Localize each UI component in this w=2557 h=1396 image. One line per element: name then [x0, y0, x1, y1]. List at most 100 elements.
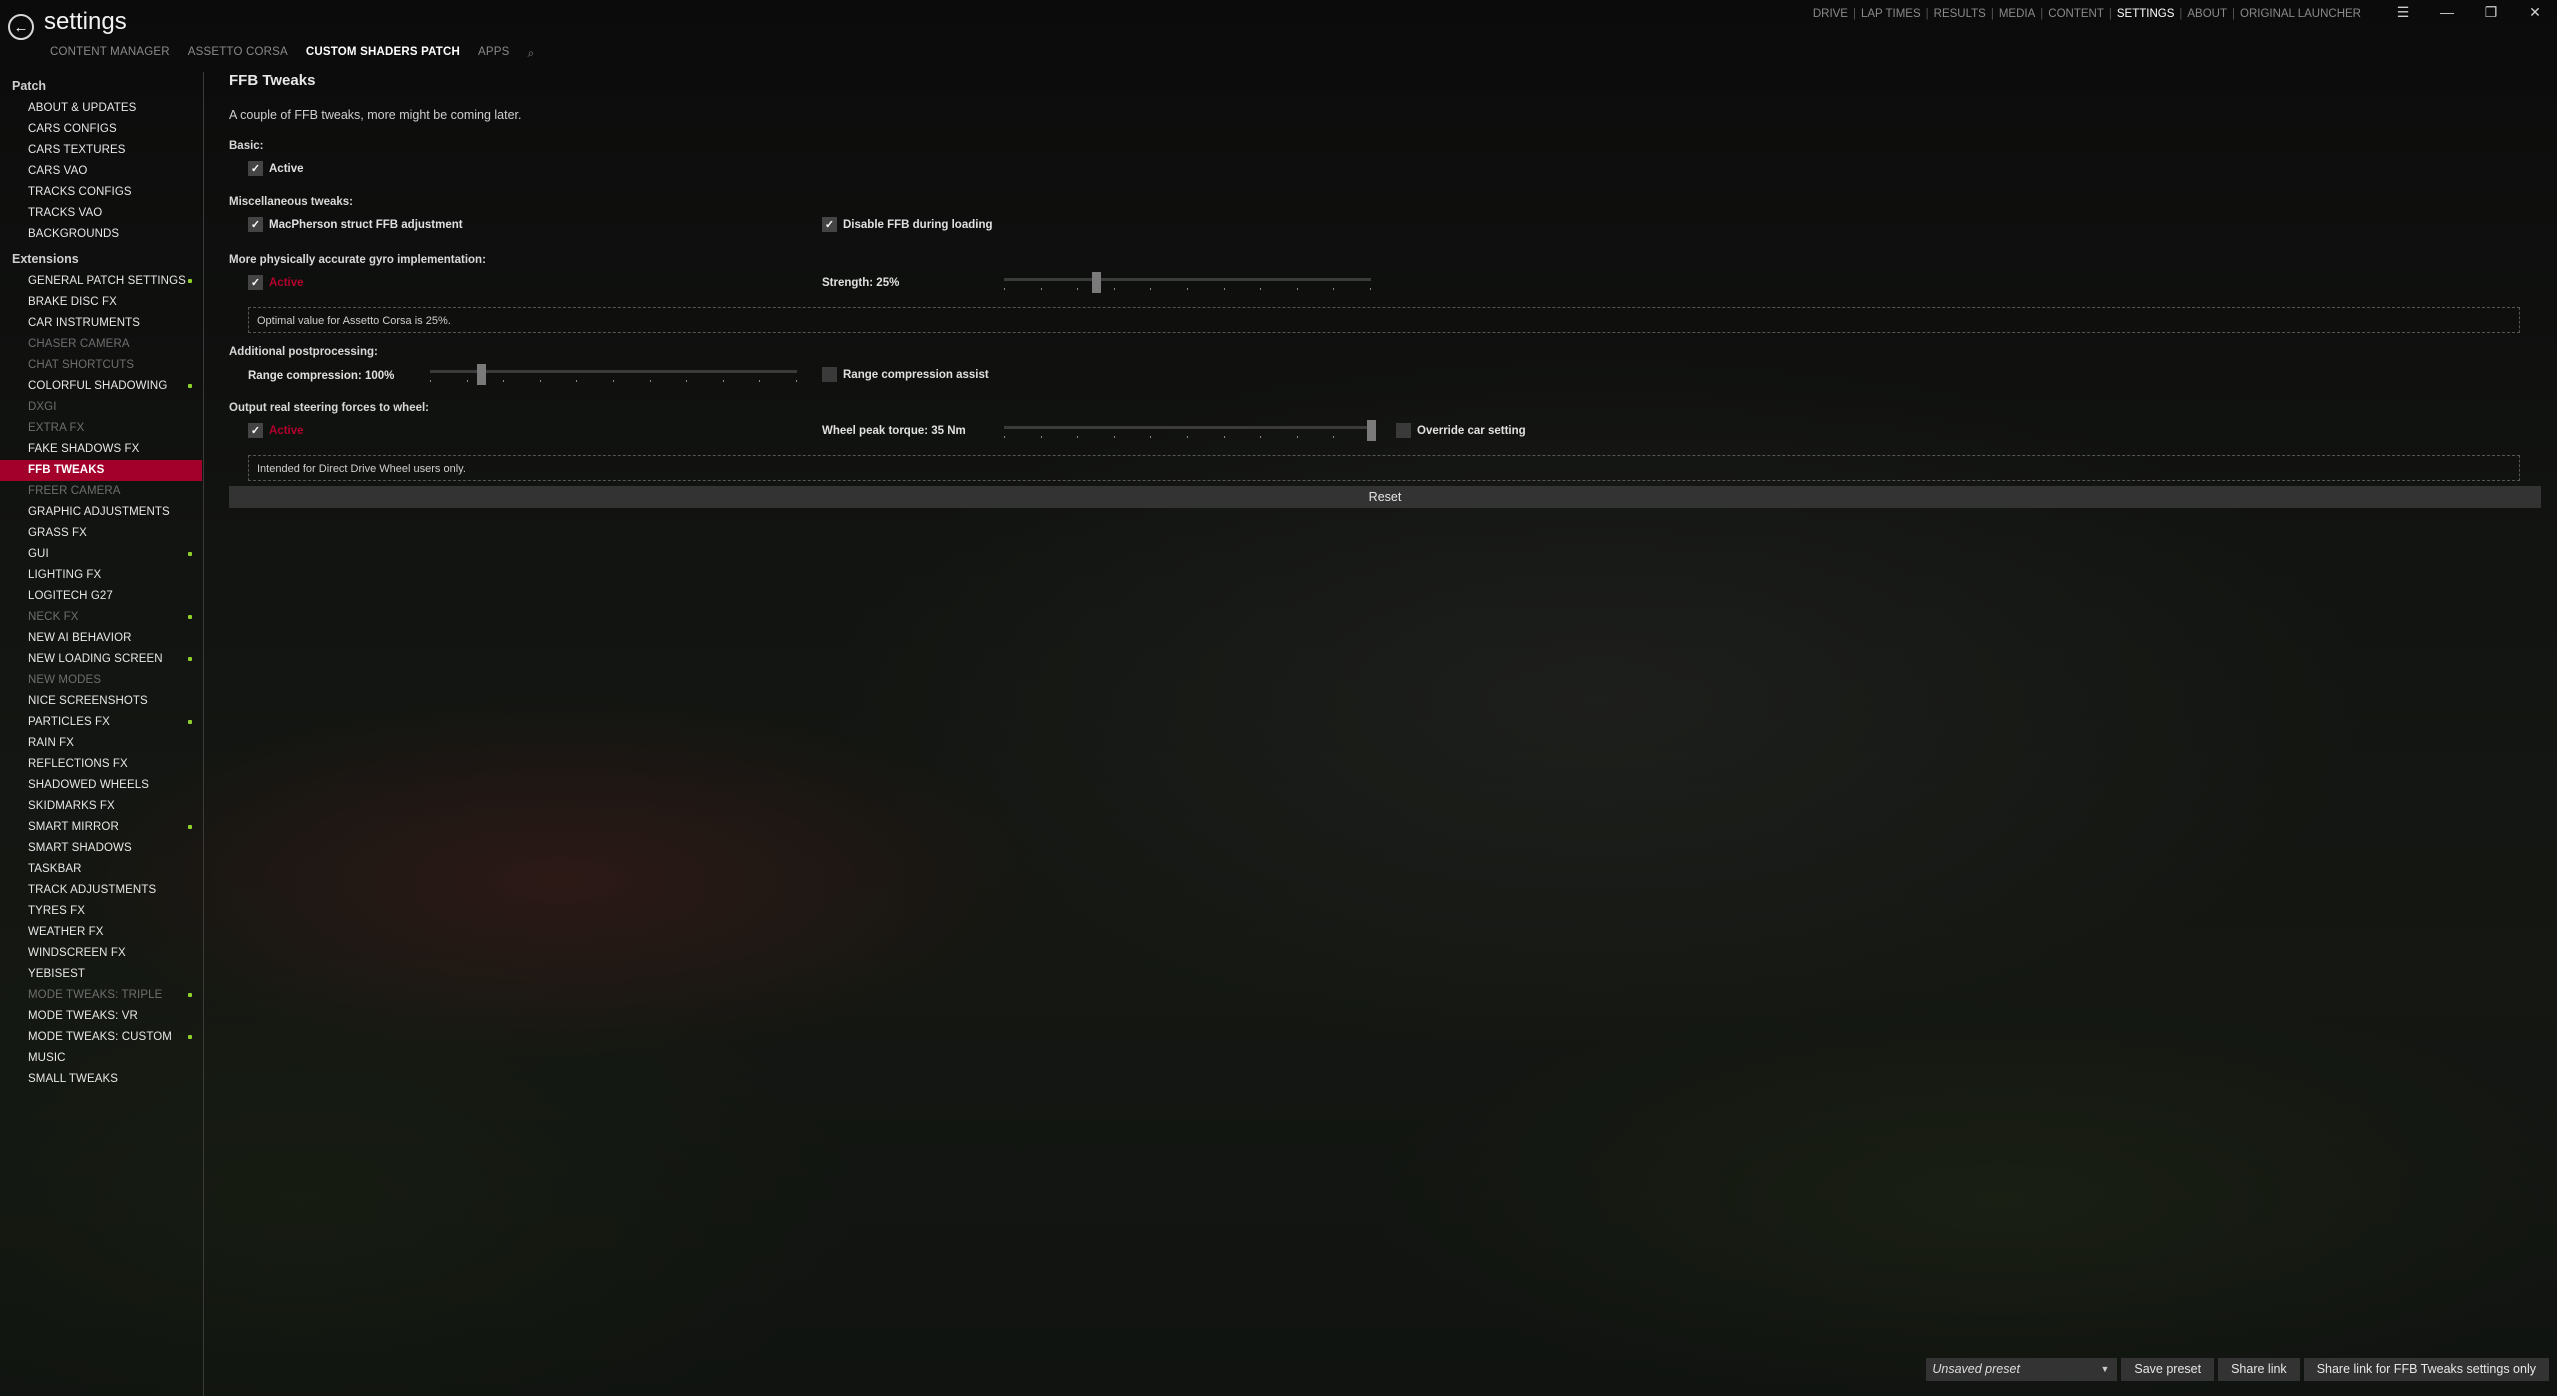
slider-thumb[interactable]	[477, 364, 487, 385]
sidebar-item-label: SHADOWED WHEELS	[28, 779, 149, 791]
sidebar-item-label: COLORFUL SHADOWING	[28, 380, 168, 392]
sidebar-item-general-patch-settings[interactable]: GENERAL PATCH SETTINGS	[0, 271, 202, 292]
sidebar-item-tracks-configs[interactable]: TRACKS CONFIGS	[0, 182, 202, 203]
sidebar-item-reflections-fx[interactable]: REFLECTIONS FX	[0, 754, 202, 775]
sidebar-item-mode-tweaks-custom[interactable]: MODE TWEAKS: CUSTOM	[0, 1027, 202, 1048]
sidebar-item-label: SKIDMARKS FX	[28, 800, 115, 812]
sidebar-item-mode-tweaks-vr[interactable]: MODE TWEAKS: VR	[0, 1006, 202, 1027]
sidebar-item-car-instruments[interactable]: CAR INSTRUMENTS	[0, 313, 202, 334]
sidebar-item-brake-disc-fx[interactable]: BRAKE DISC FX	[0, 292, 202, 313]
tab-assetto-corsa[interactable]: ASSETTO CORSA	[188, 46, 288, 61]
sidebar-item-weather-fx[interactable]: WEATHER FX	[0, 922, 202, 943]
sidebar-item-tracks-vao[interactable]: TRACKS VAO	[0, 203, 202, 224]
checkmark-icon: ✓	[248, 161, 263, 176]
sidebar-item-taskbar[interactable]: TASKBAR	[0, 859, 202, 880]
sidebar-item-about-updates[interactable]: ABOUT & UPDATES	[0, 98, 202, 119]
sidebar-item-rain-fx[interactable]: RAIN FX	[0, 733, 202, 754]
steering-note: Intended for Direct Drive Wheel users on…	[248, 455, 2520, 481]
sidebar-item-music[interactable]: MUSIC	[0, 1048, 202, 1069]
sidebar-item-graphic-adjustments[interactable]: GRAPHIC ADJUSTMENTS	[0, 502, 202, 523]
sidebar-item-new-modes[interactable]: NEW MODES	[0, 670, 202, 691]
disable-ffb-loading-checkbox[interactable]: ✓ Disable FFB during loading	[822, 217, 993, 232]
sidebar-item-gui[interactable]: GUI	[0, 544, 202, 565]
sidebar-item-smart-shadows[interactable]: SMART SHADOWS	[0, 838, 202, 859]
sidebar-item-label: TASKBAR	[28, 863, 82, 875]
sidebar-item-cars-vao[interactable]: CARS VAO	[0, 161, 202, 182]
nav-separator: |	[2232, 8, 2235, 20]
strength-slider[interactable]	[1004, 272, 1371, 293]
sidebar-item-ffb-tweaks[interactable]: FFB TWEAKS	[0, 460, 202, 481]
sidebar-item-tyres-fx[interactable]: TYRES FX	[0, 901, 202, 922]
sidebar-item-chat-shortcuts[interactable]: CHAT SHORTCUTS	[0, 355, 202, 376]
sidebar-item-shadowed-wheels[interactable]: SHADOWED WHEELS	[0, 775, 202, 796]
nav-drive[interactable]: DRIVE	[1813, 8, 1848, 20]
sidebar-item-track-adjustments[interactable]: TRACK ADJUSTMENTS	[0, 880, 202, 901]
menu-icon[interactable]: ☰	[2381, 4, 2425, 21]
sidebar-item-neck-fx[interactable]: NECK FX	[0, 607, 202, 628]
sidebar-item-skidmarks-fx[interactable]: SKIDMARKS FX	[0, 796, 202, 817]
sidebar-item-nice-screenshots[interactable]: NICE SCREENSHOTS	[0, 691, 202, 712]
range-compression-assist-checkbox[interactable]: Range compression assist	[822, 367, 989, 382]
slider-thumb[interactable]	[1091, 272, 1101, 293]
nav-about[interactable]: ABOUT	[2187, 8, 2227, 20]
sidebar-item-dxgi[interactable]: DXGI	[0, 397, 202, 418]
sidebar-item-label: WEATHER FX	[28, 926, 104, 938]
save-preset-button[interactable]: Save preset	[2121, 1358, 2215, 1381]
override-car-setting-checkbox[interactable]: Override car setting	[1396, 423, 1526, 438]
sidebar-item-cars-configs[interactable]: CARS CONFIGS	[0, 119, 202, 140]
range-compression-slider[interactable]	[430, 364, 797, 385]
nav-lap-times[interactable]: LAP TIMES	[1861, 8, 1921, 20]
nav-separator: |	[2040, 8, 2044, 20]
sidebar-item-new-ai-behavior[interactable]: NEW AI BEHAVIOR	[0, 628, 202, 649]
preset-dropdown[interactable]: Unsaved preset ▼	[1926, 1358, 2118, 1381]
tab-apps[interactable]: APPS	[478, 46, 509, 61]
sidebar: Patch ABOUT & UPDATES CARS CONFIGS CARS TEX…	[0, 72, 202, 1090]
sidebar-item-cars-textures[interactable]: CARS TEXTURES	[0, 140, 202, 161]
restore-icon[interactable]: ❐	[2469, 4, 2513, 21]
nav-content[interactable]: CONTENT	[2048, 8, 2104, 20]
search-icon[interactable]: ⌕	[528, 46, 535, 61]
sidebar-item-lighting-fx[interactable]: LIGHTING FX	[0, 565, 202, 586]
gyro-active-checkbox[interactable]: ✓ Active	[248, 275, 304, 290]
reset-button[interactable]: Reset	[229, 486, 2541, 508]
sidebar-item-backgrounds[interactable]: BACKGROUNDS	[0, 224, 202, 245]
sidebar-scrollbar[interactable]	[203, 72, 204, 1396]
share-link-ffb-only-button[interactable]: Share link for FFB Tweaks settings only	[2303, 1358, 2549, 1381]
sidebar-item-label: DXGI	[28, 401, 57, 413]
sidebar-item-extra-fx[interactable]: EXTRA FX	[0, 418, 202, 439]
nav-original-launcher[interactable]: ORIGINAL LAUNCHER	[2240, 8, 2361, 20]
slider-thumb[interactable]	[1367, 420, 1376, 441]
sidebar-item-windscreen-fx[interactable]: WINDSCREEN FX	[0, 943, 202, 964]
sidebar-item-chaser-camera[interactable]: CHASER CAMERA	[0, 334, 202, 355]
wheel-torque-slider[interactable]	[1004, 420, 1376, 441]
sidebar-item-small-tweaks[interactable]: SMALL TWEAKS	[0, 1069, 202, 1090]
sidebar-item-particles-fx[interactable]: PARTICLES FX	[0, 712, 202, 733]
sidebar-item-smart-mirror[interactable]: SMART MIRROR	[0, 817, 202, 838]
nav-results[interactable]: RESULTS	[1934, 8, 1986, 20]
basic-active-checkbox[interactable]: ✓ Active	[248, 161, 304, 176]
top-navigation: DRIVE | LAP TIMES | RESULTS | MEDIA | CONTEN…	[1813, 8, 2361, 20]
minimize-icon[interactable]: —	[2425, 4, 2469, 21]
back-button[interactable]: ←	[8, 14, 34, 40]
sidebar-item-freer-camera[interactable]: FREER CAMERA	[0, 481, 202, 502]
sidebar-group-header: Extensions	[12, 252, 79, 266]
sidebar-item-colorful-shadowing[interactable]: COLORFUL SHADOWING	[0, 376, 202, 397]
sidebar-item-grass-fx[interactable]: GRASS FX	[0, 523, 202, 544]
nav-media[interactable]: MEDIA	[1999, 8, 2035, 20]
slider-ticks	[1004, 436, 1371, 439]
nav-settings[interactable]: SETTINGS	[2117, 8, 2175, 20]
sidebar-item-logitech-g27[interactable]: LOGITECH G27	[0, 586, 202, 607]
tab-custom-shaders-patch[interactable]: CUSTOM SHADERS PATCH	[306, 46, 460, 61]
macpherson-checkbox[interactable]: ✓ MacPherson struct FFB adjustment	[248, 217, 463, 232]
sidebar-item-fake-shadows-fx[interactable]: FAKE SHADOWS FX	[0, 439, 202, 460]
sidebar-item-yebisest[interactable]: YEBISEST	[0, 964, 202, 985]
close-icon[interactable]: ✕	[2513, 4, 2557, 21]
steering-active-checkbox[interactable]: ✓ Active	[248, 423, 304, 438]
page-title: settings	[44, 8, 127, 35]
checkbox-label: Active	[269, 424, 304, 437]
sidebar-item-mode-tweaks-triple[interactable]: MODE TWEAKS: TRIPLE	[0, 985, 202, 1006]
sidebar-item-new-loading-screen[interactable]: NEW LOADING SCREEN	[0, 649, 202, 670]
sidebar-item-label: SMART MIRROR	[28, 821, 119, 833]
tab-content-manager[interactable]: CONTENT MANAGER	[50, 46, 170, 61]
share-link-button[interactable]: Share link	[2218, 1358, 2300, 1381]
